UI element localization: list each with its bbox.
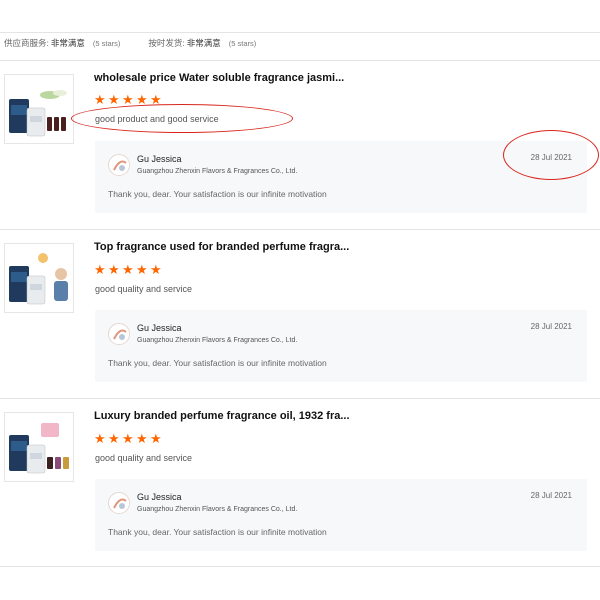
avatar <box>108 492 130 514</box>
reply-author-name: Gu Jessica <box>137 323 182 333</box>
review-text: good product and good service <box>95 114 219 124</box>
reply-message: Thank you, dear. Your satisfaction is ou… <box>108 358 327 368</box>
star-rating: ★ ★ ★ ★ ★ <box>94 263 163 277</box>
reply-date: 28 Jul 2021 <box>530 491 572 500</box>
review-divider <box>0 60 600 61</box>
reply-message: Thank you, dear. Your satisfaction is ou… <box>108 189 327 199</box>
product-title-link[interactable]: Top fragrance used for branded perfume f… <box>94 241 349 253</box>
reviews-page: 供应商服务: 非常满意 (5 stars) 按时发货: 非常满意 (5 star… <box>0 0 600 600</box>
reply-company: Guangzhou Zhenxin Flavors & Fragrances C… <box>137 506 298 513</box>
star-rating: ★ ★ ★ ★ ★ <box>94 93 163 107</box>
supplier-reply: Gu Jessica Guangzhou Zhenxin Flavors & F… <box>95 479 587 551</box>
star-icon: ★ <box>150 431 162 446</box>
star-icon: ★ <box>94 431 106 446</box>
star-icon: ★ <box>136 92 148 107</box>
reply-message: Thank you, dear. Your satisfaction is ou… <box>108 527 327 537</box>
star-icon: ★ <box>122 262 134 277</box>
star-rating: ★ ★ ★ ★ ★ <box>94 432 163 446</box>
star-icon: ★ <box>94 262 106 277</box>
supplier-service-value: 非常满意 <box>50 38 85 48</box>
reply-company: Guangzhou Zhenxin Flavors & Fragrances C… <box>137 337 298 344</box>
star-icon: ★ <box>108 92 120 107</box>
product-title-link[interactable]: wholesale price Water soluble fragrance … <box>94 72 344 84</box>
star-icon: ★ <box>108 262 120 277</box>
product-thumbnail[interactable] <box>4 74 74 144</box>
star-icon: ★ <box>150 262 162 277</box>
review-divider <box>0 398 600 399</box>
star-icon: ★ <box>122 92 134 107</box>
reply-author-name: Gu Jessica <box>137 492 182 502</box>
reply-date: 28 Jul 2021 <box>530 153 572 162</box>
avatar <box>108 154 130 176</box>
supplier-service-stars: (5 stars) <box>92 38 121 48</box>
star-icon: ★ <box>136 262 148 277</box>
star-icon: ★ <box>94 92 106 107</box>
review-text: good quality and service <box>95 284 193 294</box>
reply-company: Guangzhou Zhenxin Flavors & Fragrances C… <box>137 168 298 175</box>
reply-date: 28 Jul 2021 <box>530 322 572 331</box>
product-title-link[interactable]: Luxury branded perfume fragrance oil, 19… <box>94 410 350 422</box>
on-time-delivery-stars: (5 stars) <box>228 38 257 48</box>
supplier-reply: Gu Jessica Guangzhou Zhenxin Flavors & F… <box>95 141 587 213</box>
review-divider <box>0 566 600 567</box>
reply-author-name: Gu Jessica <box>137 154 182 164</box>
rating-summary-bar: 供应商服务: 非常满意 (5 stars) 按时发货: 非常满意 (5 star… <box>4 36 256 50</box>
review-divider <box>0 229 600 230</box>
supplier-reply: Gu Jessica Guangzhou Zhenxin Flavors & F… <box>95 310 587 382</box>
star-icon: ★ <box>150 92 162 107</box>
star-icon: ★ <box>122 431 134 446</box>
product-thumbnail[interactable] <box>4 412 74 482</box>
top-divider <box>0 32 600 33</box>
supplier-service-label: 供应商服务: <box>4 38 49 48</box>
product-thumbnail[interactable] <box>4 243 74 313</box>
avatar <box>108 323 130 345</box>
star-icon: ★ <box>136 431 148 446</box>
on-time-delivery-label: 按时发货: <box>148 38 185 48</box>
on-time-delivery-value: 非常满意 <box>186 38 221 48</box>
star-icon: ★ <box>108 431 120 446</box>
review-text: good quality and service <box>95 453 193 463</box>
